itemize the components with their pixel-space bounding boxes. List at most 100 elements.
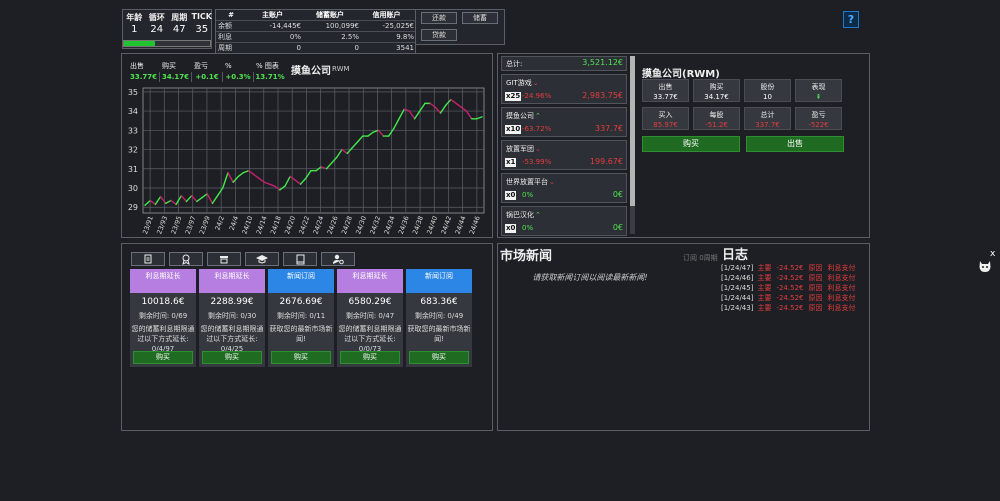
x-tick-label: 24/30 (354, 215, 368, 235)
portfolio-item[interactable]: 世界放置平台⌄ x0 0% 0€ (501, 173, 627, 203)
detail-label: 总计 (760, 111, 775, 119)
cycle-value: 24 (150, 24, 164, 35)
log-c: 原因 (808, 294, 823, 302)
portfolio-item[interactable]: GIT游戏⌄ x25 -24.96% 2,983.75€ (501, 74, 627, 104)
store-icon (220, 256, 228, 264)
x-tick-label: 24/10 (241, 215, 255, 235)
log-c: 原因 (808, 304, 823, 312)
portfolio-scrollbar-thumb[interactable] (630, 56, 635, 206)
cycle-header: 循环 (148, 13, 165, 22)
tab-awards[interactable] (169, 252, 203, 266)
account-col-hash: # (228, 11, 234, 19)
upgrade-time: 剩余时间: 0/49 (406, 311, 472, 321)
portfolio-item-quantity: x25 (505, 92, 522, 101)
x-tick-label: 24/4 (228, 215, 241, 231)
log-c: 原因 (808, 284, 823, 292)
log-d: 利息支付 (827, 304, 856, 312)
log-c: 原因 (808, 264, 823, 272)
upgrade-buy-button[interactable]: 购买 (133, 351, 193, 364)
upgrade-buy-button[interactable]: 购买 (409, 351, 469, 364)
tab-education[interactable] (245, 252, 279, 266)
portfolio-item-name: 世界放置平台 (506, 178, 548, 186)
log-d: 利息支付 (827, 294, 856, 302)
portfolio-total: 总计: 3,521.12€ (501, 56, 627, 71)
upgrade-card: 新闻订阅 2676.69€ 剩余时间: 0/11 获取您的最新市场新闻! 购买 (268, 269, 334, 367)
tab-store[interactable] (207, 252, 241, 266)
log-date: [1/24/43] (721, 304, 754, 312)
upgrade-time: 剩余时间: 0/47 (337, 311, 403, 321)
upgrade-price: 6580.29€ (348, 297, 392, 307)
x-tick-label: 24/20 (283, 215, 297, 235)
account-col-main: 主账户 (262, 11, 283, 19)
savings-button[interactable]: 储蓄 (462, 12, 498, 24)
upgrade-description: 您的储蓄利息期限通过以下方式延长: 0/4/97 (131, 325, 195, 353)
x-tick-label: 24/38 (411, 215, 425, 235)
loan-button[interactable]: 贷款 (421, 29, 457, 41)
detail-value: -522€ (808, 121, 829, 129)
price-line-chart: 2930313233343523/91 23/93 23/95 23/97 23/99 2… (128, 87, 485, 235)
detail-value: 337.7€ (755, 121, 780, 129)
tab-book[interactable] (283, 252, 317, 266)
detail-cell: 盈亏 -522€ (795, 107, 842, 130)
detail-cell: 股份 10 (744, 79, 791, 102)
upgrade-time-label: 剩余时间: (276, 312, 308, 320)
log-date: [1/24/46] (721, 274, 754, 282)
portfolio-item[interactable]: 放置军团⌄ x1 -53.99% 199.67€ (501, 140, 627, 170)
account-col-savings: 储蓄账户 (316, 11, 344, 19)
pct-chart-label: % 图表 (256, 62, 279, 70)
y-tick-label: 30 (128, 184, 138, 193)
portfolio-item-quantity: x0 (505, 224, 517, 233)
y-tick-label: 35 (128, 88, 138, 97)
x-tick-label: 23/93 (155, 215, 169, 235)
tab-user-settings[interactable] (321, 252, 355, 266)
log-c: 原因 (808, 274, 823, 282)
pct-label: % (225, 62, 232, 70)
detail-cell: 表现 ⇞ (795, 79, 842, 102)
buy-stock-button[interactable]: 购买 (642, 136, 740, 152)
upgrade-time-label: 剩余时间: (345, 312, 377, 320)
upgrade-buy-button[interactable]: 购买 (271, 351, 331, 364)
detail-value: -51.2€ (705, 121, 728, 129)
account-row-interest: 利息 0% 2.5% 9.8% (216, 32, 417, 43)
portfolio-item-change: 0% (522, 191, 534, 199)
portfolio-item-change: -63.72% (522, 125, 552, 133)
upgrade-description: 您的储蓄利息期限通过以下方式延长: 0/0/73 (338, 325, 402, 353)
period-header: 周期 (171, 13, 188, 22)
detail-cell: 买入 85.97€ (642, 107, 689, 130)
tab-documents[interactable] (131, 252, 165, 266)
x-tick-label: 24/26 (326, 215, 340, 235)
detail-cell: 出售 33.77€ (642, 79, 689, 102)
upgrade-buy-button[interactable]: 购买 (340, 351, 400, 364)
repay-button[interactable]: 还款 (421, 12, 457, 24)
upgrade-buy-button[interactable]: 购买 (202, 351, 262, 364)
tick-value: 35 (195, 24, 209, 35)
upgrade-card: 新闻订阅 683.36€ 剩余时间: 0/49 获取您的最新市场新闻! 购买 (406, 269, 472, 367)
x-tick-label: 24/14 (255, 215, 269, 235)
portfolio-item-value: 0€ (612, 190, 623, 199)
row-label: 利息 (218, 33, 232, 41)
sell-stock-button[interactable]: 出售 (746, 136, 844, 152)
detail-value: 85.97€ (653, 121, 678, 129)
trend-up-icon: ⌃ (535, 112, 541, 120)
upgrade-title: 利息期延长 (130, 269, 196, 293)
portfolio-item-name: 摸鱼公司 (506, 112, 534, 120)
cell: -25,025€ (382, 22, 414, 30)
upgrade-description: 获取您的最新市场新闻! (407, 325, 471, 343)
detail-value: ⇞ (815, 93, 822, 101)
log-b: -24.52€ (776, 304, 804, 312)
chart-company-name: 摸鱼公司 (291, 66, 331, 77)
portfolio-item[interactable]: 锅巴汉化⌃ x0 0% 0€ (501, 206, 627, 236)
upgrade-time-label: 剩余时间: (414, 312, 446, 320)
help-button[interactable]: ? (843, 11, 859, 28)
upgrade-time-value: 0/49 (447, 312, 464, 320)
log-d: 利息支付 (827, 284, 856, 292)
portfolio-total-label: 总计: (506, 60, 523, 68)
portfolio-item[interactable]: 摸鱼公司⌃ x10 -63.72% 337.7€ (501, 107, 627, 137)
graduation-cap-icon (256, 255, 268, 264)
upgrade-price: 10018.6€ (141, 297, 185, 307)
github-cat-icon[interactable] (976, 258, 994, 276)
detail-label: 购买 (709, 83, 724, 91)
tick-progress-fill (124, 41, 155, 46)
portfolio-item-name: 放置军团 (506, 145, 534, 153)
portfolio-item-value: 337.7€ (595, 124, 623, 133)
